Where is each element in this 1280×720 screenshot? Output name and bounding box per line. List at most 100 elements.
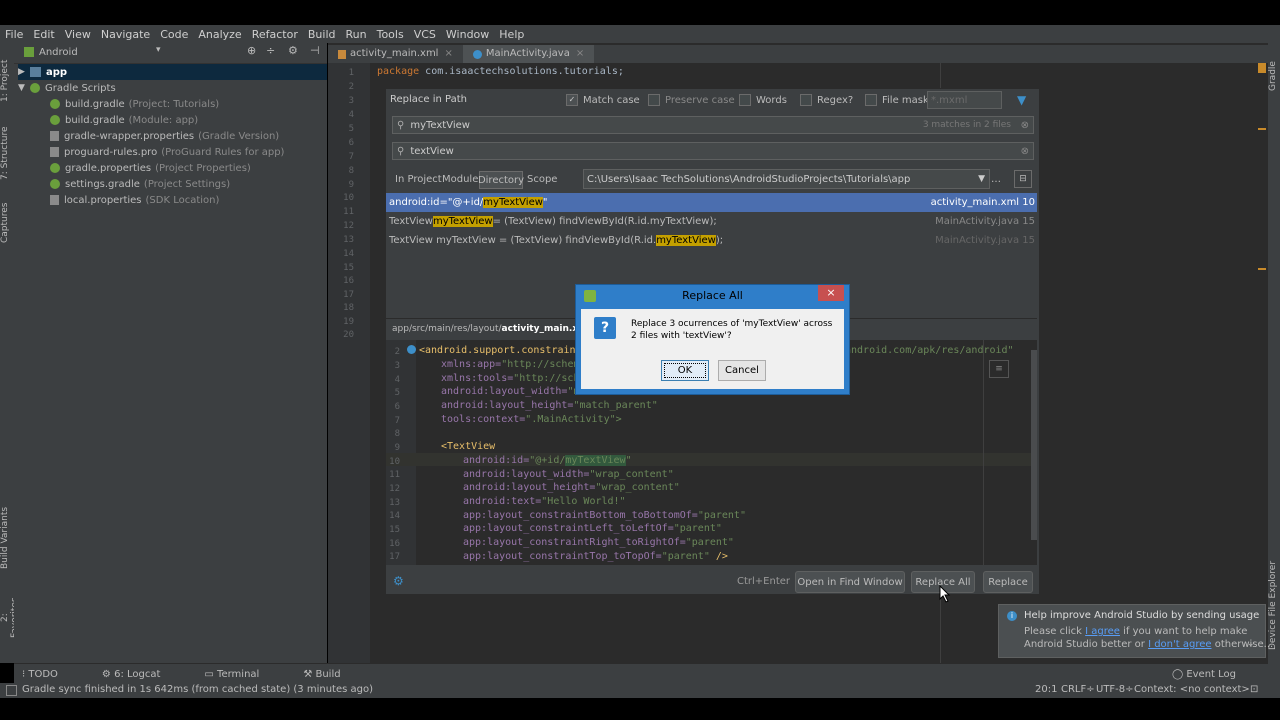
- todo-tool-button[interactable]: ⁝ TODO: [22, 669, 80, 680]
- collapse-icon[interactable]: ÷: [266, 44, 275, 57]
- event-log-button[interactable]: ◯ Event Log: [1172, 669, 1258, 680]
- menu-build[interactable]: Build: [303, 28, 341, 41]
- toggle-panels-icon[interactable]: [6, 685, 17, 696]
- result-row[interactable]: TextView myTextView = (TextView) findVie…: [386, 231, 1037, 250]
- replace-button[interactable]: Replace: [983, 571, 1033, 593]
- menu-window[interactable]: Window: [441, 28, 494, 41]
- project-tool-button[interactable]: 1: Project: [0, 51, 14, 111]
- chevron-down-icon[interactable]: ▼: [978, 174, 985, 184]
- tree-item[interactable]: gradle-wrapper.properties (Gradle Versio…: [50, 128, 279, 144]
- hide-panel-icon[interactable]: ⊣: [310, 44, 320, 57]
- terminal-tool-button[interactable]: ▭ Terminal: [204, 669, 281, 680]
- scope-scope[interactable]: Scope: [527, 174, 557, 185]
- logcat-tool-button[interactable]: ⚙ 6: Logcat: [102, 669, 182, 680]
- menu-edit[interactable]: Edit: [28, 28, 59, 41]
- result-file: MainActivity.java 15: [935, 235, 1035, 246]
- gradle-tool-button[interactable]: Gradle: [1268, 51, 1280, 101]
- file-mask-option[interactable]: File mask:: [865, 94, 932, 106]
- line-number: 9: [394, 443, 400, 453]
- preview-settings-icon[interactable]: ≡: [989, 360, 1009, 378]
- code-line: tools:context=".MainActivity">: [441, 414, 622, 425]
- tree-item-app[interactable]: ▶ app: [18, 64, 327, 80]
- gradle-icon: [50, 163, 60, 173]
- caret-position[interactable]: 20:1: [1035, 684, 1057, 695]
- file-encoding[interactable]: UTF-8÷: [1096, 684, 1134, 695]
- tree-item[interactable]: proguard-rules.pro (ProGuard Rules for a…: [50, 144, 284, 160]
- tree-item[interactable]: settings.gradle (Project Settings): [50, 176, 230, 192]
- line-separator[interactable]: CRLF÷: [1061, 684, 1095, 695]
- match-case-option[interactable]: ✓ Match case: [566, 94, 640, 106]
- tree-item[interactable]: build.gradle (Project: Tutorials): [50, 96, 219, 112]
- lock-icon[interactable]: ⊡: [1250, 684, 1258, 695]
- sync-icon[interactable]: ⊕: [247, 44, 256, 57]
- scope-in-project[interactable]: In Project: [395, 174, 442, 185]
- find-input[interactable]: ⚲ myTextView 3 matches in 2 files ⊗: [392, 116, 1034, 134]
- tree-item[interactable]: build.gradle (Module: app): [50, 112, 198, 128]
- structure-tool-button[interactable]: 7: Structure: [0, 123, 14, 183]
- regex-option[interactable]: Regex?: [800, 94, 853, 106]
- line-number: 14: [389, 511, 400, 521]
- recursive-icon[interactable]: ⊟: [1014, 170, 1032, 188]
- tab-activity-main[interactable]: activity_main.xml ×: [328, 45, 463, 63]
- menu-run[interactable]: Run: [341, 28, 372, 41]
- build-variants-tool-button[interactable]: Build Variants: [0, 503, 14, 573]
- chevron-down-icon[interactable]: ⌄: [1247, 639, 1255, 649]
- tab-label: MainActivity.java: [485, 48, 570, 59]
- open-in-find-window-button[interactable]: Open in Find Window: [795, 571, 905, 593]
- words-option[interactable]: Words: [739, 94, 787, 106]
- preview-scrollbar[interactable]: [1031, 350, 1037, 540]
- tab-main-activity[interactable]: MainActivity.java ×: [462, 45, 595, 63]
- code-line: android:text="Hello World!": [463, 496, 626, 507]
- result-text: ": [542, 197, 548, 208]
- captures-tool-button[interactable]: Captures: [0, 198, 14, 248]
- checkbox-icon[interactable]: [800, 94, 812, 106]
- menu-tools[interactable]: Tools: [372, 28, 409, 41]
- tree-item[interactable]: gradle.properties (Project Properties): [50, 160, 251, 176]
- line-number: 9: [348, 180, 354, 190]
- cancel-button[interactable]: Cancel: [718, 360, 766, 381]
- project-view-selector[interactable]: Android: [39, 47, 78, 58]
- menu-vcs[interactable]: VCS: [409, 28, 441, 41]
- clear-icon[interactable]: ⊗: [1021, 120, 1029, 131]
- i-dont-agree-link[interactable]: I don't agree: [1148, 639, 1211, 650]
- result-row[interactable]: android:id="@+id/myTextView " activity_ma…: [386, 193, 1037, 212]
- checkbox-checked-icon[interactable]: ✓: [566, 94, 578, 106]
- file-mask-input[interactable]: *.mxml: [927, 91, 1002, 109]
- build-tool-button[interactable]: ⚒ Build: [303, 669, 362, 680]
- scope-module[interactable]: Module: [442, 174, 478, 185]
- menu-navigate[interactable]: Navigate: [96, 28, 155, 41]
- filter-icon[interactable]: ▼: [1017, 93, 1026, 107]
- tree-item-gradle-scripts[interactable]: ▼ Gradle Scripts: [18, 80, 116, 96]
- chevron-down-icon[interactable]: ▾: [156, 45, 161, 55]
- code-text: com.isaactechsolutions.tutorials;: [419, 66, 624, 77]
- replace-input[interactable]: ⚲ textView ⊗: [392, 142, 1034, 160]
- close-icon[interactable]: ×: [444, 45, 452, 63]
- scope-directory[interactable]: Directory: [478, 171, 524, 189]
- gear-icon[interactable]: ⚙: [393, 574, 404, 588]
- ok-button[interactable]: OK: [661, 360, 709, 381]
- checkbox-icon[interactable]: [865, 94, 877, 106]
- search-icon: ⚲: [397, 145, 405, 157]
- menu-view[interactable]: View: [60, 28, 96, 41]
- close-icon[interactable]: ×: [576, 45, 584, 63]
- directory-path-select[interactable]: C:\Users\Isaac TechSolutions\AndroidStud…: [583, 169, 990, 189]
- menu-file[interactable]: File: [0, 28, 28, 41]
- preserve-case-option[interactable]: Preserve case: [648, 94, 735, 106]
- checkbox-icon[interactable]: [648, 94, 660, 106]
- favorites-tool-button[interactable]: 2: Favorites: [0, 593, 20, 643]
- properties-file-icon: [50, 195, 59, 205]
- menu-help[interactable]: Help: [494, 28, 529, 41]
- clear-icon[interactable]: ⊗: [1021, 146, 1029, 157]
- menu-refactor[interactable]: Refactor: [247, 28, 303, 41]
- browse-icon[interactable]: …: [991, 174, 1001, 185]
- menu-code[interactable]: Code: [155, 28, 193, 41]
- gear-icon[interactable]: ⚙: [288, 44, 298, 57]
- checkbox-icon[interactable]: [739, 94, 751, 106]
- replace-all-confirm-dialog: Replace All × ? Replace 3 ocurrences of …: [575, 284, 850, 395]
- close-icon[interactable]: ×: [818, 285, 844, 301]
- tree-item-sublabel: (Module: app): [128, 114, 199, 126]
- result-row[interactable]: TextView myTextView = (TextView) findVie…: [386, 212, 1037, 231]
- i-agree-link[interactable]: I agree: [1085, 626, 1120, 637]
- tree-item[interactable]: local.properties (SDK Location): [50, 192, 219, 208]
- menu-analyze[interactable]: Analyze: [193, 28, 246, 41]
